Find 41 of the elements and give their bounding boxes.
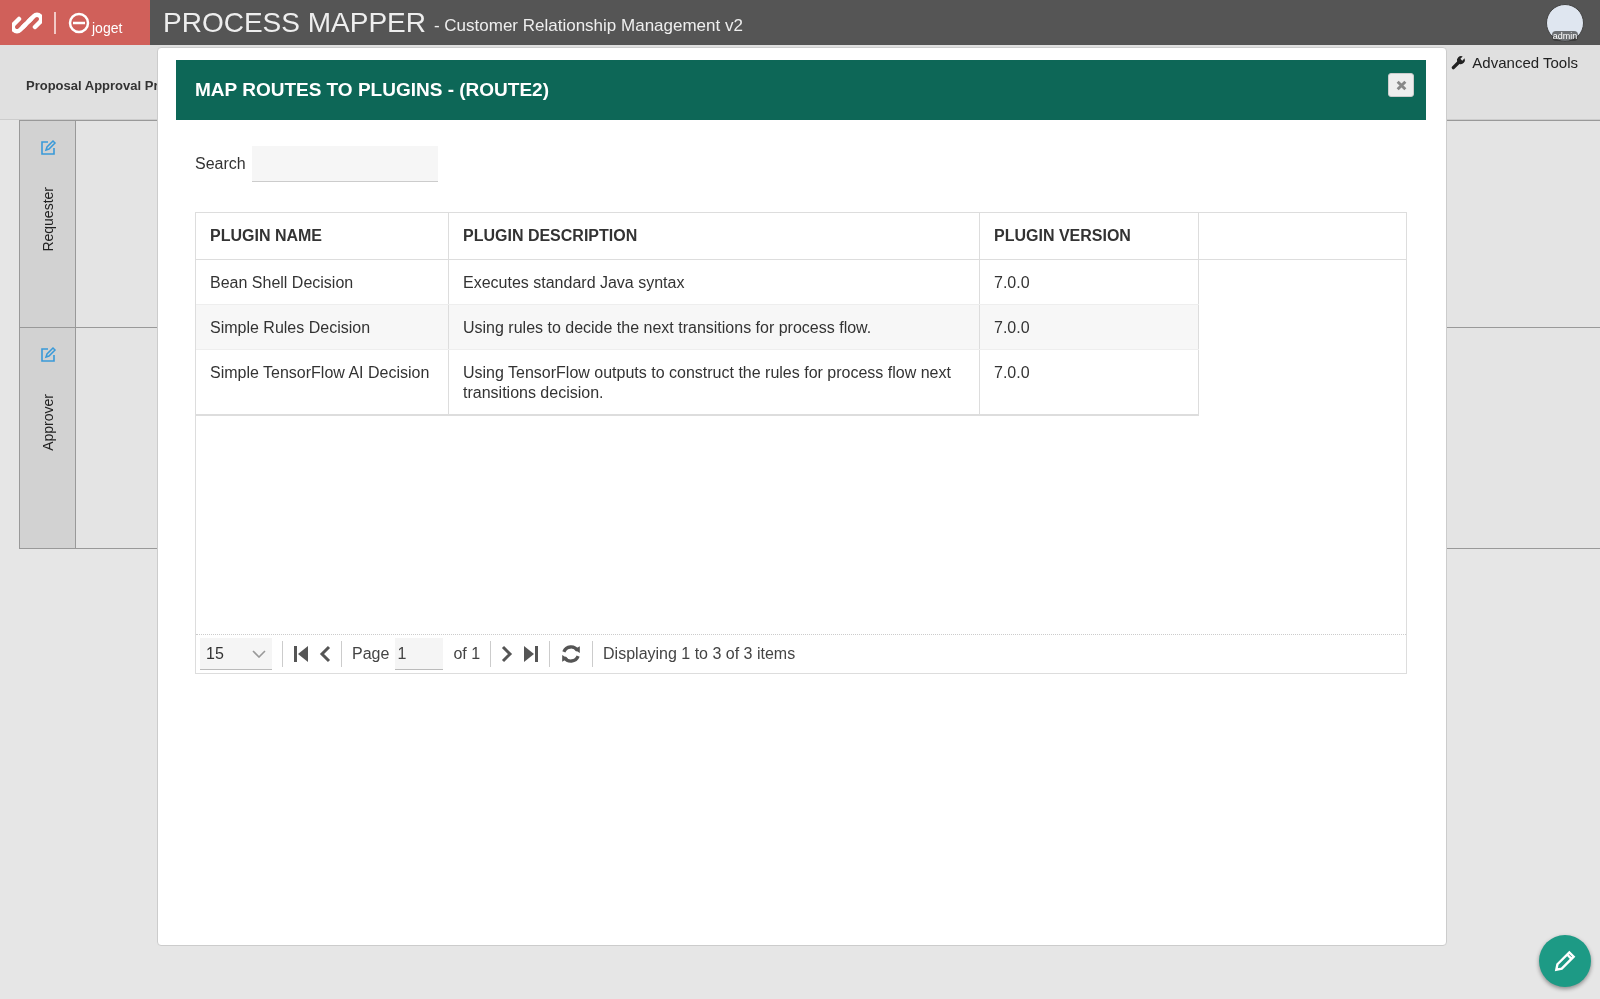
refresh-icon[interactable]: [560, 643, 583, 665]
wrench-icon: [1451, 55, 1467, 70]
page-number-field[interactable]: 1: [395, 638, 444, 670]
process-tab[interactable]: Proposal Approval Pr: [26, 78, 159, 93]
column-header[interactable]: PLUGIN DESCRIPTION: [449, 213, 980, 259]
display-count: Displaying 1 to 3 of 3 items: [603, 645, 796, 663]
logo-text: joget: [92, 19, 123, 36]
table-cell: Using TensorFlow outputs to construct the rules for process flow next transitions decision.: [449, 350, 980, 414]
page-size-select[interactable]: 15: [200, 638, 272, 670]
search-label: Search: [195, 155, 246, 173]
app-subtitle: - Customer Relationship Management v2: [433, 15, 743, 36]
close-icon: [1395, 79, 1407, 91]
table-cell: Simple Rules Decision: [196, 305, 449, 350]
user-avatar[interactable]: admin: [1546, 3, 1584, 42]
first-page-icon[interactable]: [293, 645, 309, 663]
close-button[interactable]: [1388, 73, 1414, 97]
search-field[interactable]: [251, 146, 438, 182]
table-cell: 7.0.0: [980, 260, 1199, 305]
previous-page-icon[interactable]: [319, 645, 331, 663]
table-cell: Simple TensorFlow AI Decision: [196, 350, 449, 414]
last-page-icon[interactable]: [523, 645, 540, 663]
table-cell: 7.0.0: [980, 305, 1199, 350]
lane-label: Requester: [39, 187, 56, 252]
page-label: Page: [352, 645, 390, 663]
column-header[interactable]: PLUGIN VERSION: [980, 213, 1199, 259]
column-header[interactable]: PLUGIN NAME: [196, 213, 449, 259]
next-page-icon[interactable]: [501, 645, 514, 663]
lane-label: Approver: [39, 394, 56, 451]
table-row[interactable]: Simple Rules Decision Using rules to decide the next transitions for process flow. 7.0.0: [196, 305, 1199, 351]
page-count: of 1: [453, 645, 481, 663]
chevron-down-icon: [252, 649, 266, 658]
table-row[interactable]: Simple TensorFlow AI Decision Using TensorFlow outputs to construct the rules for process flow next transitions decision. 7.0.0: [196, 350, 1199, 416]
table-cell: Bean Shell Decision: [196, 260, 449, 305]
app-title: PROCESS MAPPER: [163, 6, 426, 39]
advanced-tools-link[interactable]: Advanced Tools: [1451, 54, 1578, 71]
table-cell: Using rules to decide the next transitions for process flow.: [449, 305, 980, 350]
table-cell: 7.0.0: [980, 350, 1199, 414]
pencil-icon: [1552, 948, 1578, 974]
edit-fab-button[interactable]: [1539, 935, 1591, 987]
table-cell: Executes standard Java syntax: [449, 260, 980, 305]
dialog-title: MAP ROUTES TO PLUGINS - (ROUTE2): [195, 79, 550, 101]
